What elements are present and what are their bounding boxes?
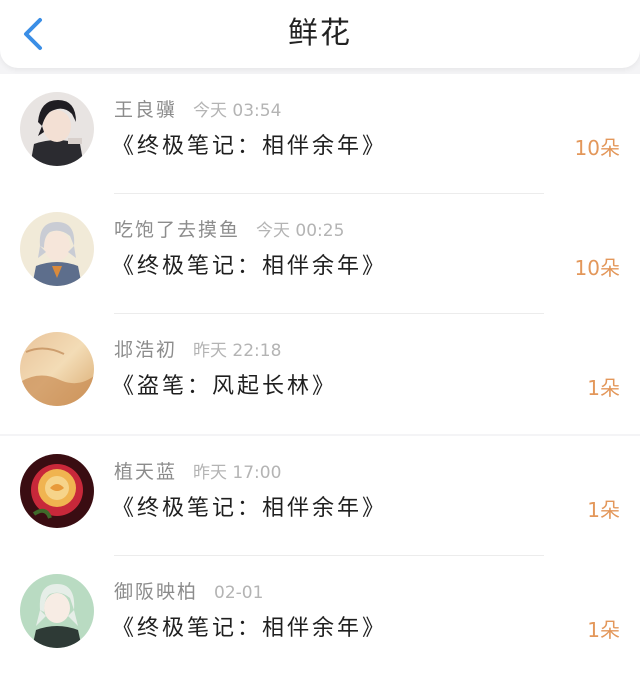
flower-count: 10朵 xyxy=(574,256,620,280)
list-item[interactable]: 王良骥 今天 03:54 《终极笔记：相伴余年》 10朵 xyxy=(0,74,640,194)
book-title[interactable]: 《终极笔记：相伴余年》 xyxy=(112,494,387,524)
top-bar: 鲜花 xyxy=(0,0,640,68)
user-name[interactable]: 植天蓝 xyxy=(114,461,177,483)
timestamp: 今天 03:54 xyxy=(193,101,282,121)
user-name[interactable]: 邶浩初 xyxy=(114,339,177,361)
anime-silver-hair-avatar-icon xyxy=(20,212,94,286)
book-title[interactable]: 《终极笔记：相伴余年》 xyxy=(112,252,387,282)
avatar[interactable] xyxy=(20,92,94,166)
list-item[interactable]: 邶浩初 昨天 22:18 《盗笔：风起长林》 1朵 xyxy=(0,314,640,434)
flower-gift-list: 王良骥 今天 03:54 《终极笔记：相伴余年》 10朵 吃饱了去摸鱼 今天 00:… xyxy=(0,74,640,676)
list-item[interactable]: 植天蓝 昨天 17:00 《终极笔记：相伴余年》 1朵 xyxy=(0,436,640,556)
anime-green-background-avatar-icon xyxy=(20,574,94,648)
golden-landscape-avatar-icon xyxy=(20,332,94,406)
name-line: 邶浩初 昨天 22:18 xyxy=(114,338,281,363)
avatar[interactable] xyxy=(20,212,94,286)
list-item[interactable]: 吃饱了去摸鱼 今天 00:25 《终极笔记：相伴余年》 10朵 xyxy=(0,194,640,314)
timestamp: 02-01 xyxy=(214,583,264,603)
flower-count: 1朵 xyxy=(587,618,620,642)
page-title: 鲜花 xyxy=(288,16,352,51)
timestamp: 昨天 17:00 xyxy=(193,463,282,483)
user-name[interactable]: 御阪映柏 xyxy=(114,581,198,603)
anime-dark-hair-avatar-icon xyxy=(20,92,94,166)
list-item[interactable]: 御阪映柏 02-01 《终极笔记：相伴余年》 1朵 xyxy=(0,556,640,676)
user-name[interactable]: 王良骥 xyxy=(114,99,177,121)
name-line: 植天蓝 昨天 17:00 xyxy=(114,460,281,485)
name-line: 吃饱了去摸鱼 今天 00:25 xyxy=(114,218,344,243)
timestamp: 昨天 22:18 xyxy=(193,341,282,361)
timestamp: 今天 00:25 xyxy=(256,221,345,241)
avatar[interactable] xyxy=(20,332,94,406)
book-title[interactable]: 《盗笔：风起长林》 xyxy=(112,372,337,402)
rose-flower-avatar-icon xyxy=(20,454,94,528)
book-title[interactable]: 《终极笔记：相伴余年》 xyxy=(112,132,387,162)
avatar[interactable] xyxy=(20,574,94,648)
book-title[interactable]: 《终极笔记：相伴余年》 xyxy=(112,614,387,644)
flower-count: 1朵 xyxy=(587,376,620,400)
flower-count: 10朵 xyxy=(574,136,620,160)
avatar[interactable] xyxy=(20,454,94,528)
user-name[interactable]: 吃饱了去摸鱼 xyxy=(114,219,240,241)
name-line: 王良骥 今天 03:54 xyxy=(114,98,281,123)
flower-count: 1朵 xyxy=(587,498,620,522)
name-line: 御阪映柏 02-01 xyxy=(114,580,263,605)
